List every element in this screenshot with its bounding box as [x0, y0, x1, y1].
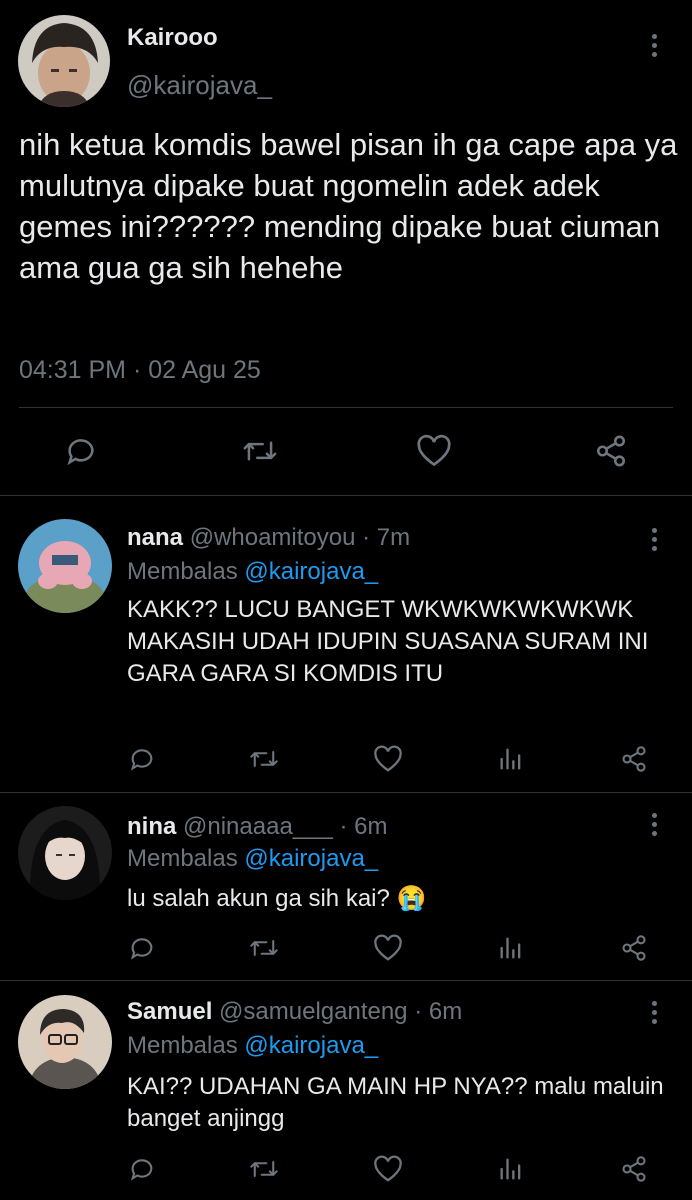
retweet-icon[interactable]	[249, 934, 279, 962]
retweet-icon[interactable]	[249, 1155, 279, 1183]
replying-label: Membalas	[127, 558, 238, 585]
analytics-icon[interactable]	[498, 934, 524, 962]
like-icon[interactable]	[416, 434, 452, 468]
retweet-icon[interactable]	[242, 434, 278, 468]
reply-time: · 6m	[339, 813, 388, 840]
avatar[interactable]	[18, 995, 112, 1089]
reply-actions	[0, 1155, 692, 1191]
more-options-icon[interactable]	[648, 813, 660, 836]
like-icon[interactable]	[373, 745, 403, 773]
replying-to-link[interactable]: @kairojava_	[244, 558, 378, 585]
reply-time: · 6m	[414, 998, 463, 1025]
avatar[interactable]	[18, 806, 112, 900]
avatar[interactable]	[18, 15, 110, 107]
reply-header: nina @ninaaaa___ · 6m	[127, 813, 388, 841]
reply-icon[interactable]	[128, 745, 156, 773]
replying-label: Membalas	[127, 845, 238, 872]
reply-actions	[0, 745, 692, 781]
reply-text: lu salah akun ga sih kai? 😭	[127, 885, 427, 912]
retweet-icon[interactable]	[249, 745, 279, 773]
handle[interactable]: @whoamitoyou	[190, 524, 356, 551]
replying-label: Membalas	[127, 1032, 238, 1059]
reply-text: KAKK?? LUCU BANGET WKWKWKWKWKWK MAKASIH …	[127, 596, 649, 687]
share-icon[interactable]	[620, 1155, 648, 1183]
display-name[interactable]: nina	[127, 813, 176, 840]
more-options-icon[interactable]	[648, 34, 660, 57]
share-icon[interactable]	[620, 745, 648, 773]
reply-time: · 7m	[362, 524, 411, 551]
replying-to: Membalas @kairojava_	[127, 558, 378, 586]
reply-tweet[interactable]: Samuel @samuelganteng · 6m Membalas @kai…	[0, 981, 692, 1200]
display-name[interactable]: nana	[127, 524, 183, 551]
like-icon[interactable]	[373, 934, 403, 962]
replying-to-link[interactable]: @kairojava_	[244, 1032, 378, 1059]
tweet-actions	[0, 430, 692, 474]
handle[interactable]: @samuelganteng	[219, 998, 407, 1025]
timestamp[interactable]: 04:31 PM · 02 Agu 25	[19, 356, 261, 385]
more-options-icon[interactable]	[648, 528, 660, 551]
share-icon[interactable]	[594, 434, 628, 468]
display-name[interactable]: Samuel	[127, 998, 212, 1025]
analytics-icon[interactable]	[498, 745, 524, 773]
analytics-icon[interactable]	[498, 1155, 524, 1183]
more-options-icon[interactable]	[648, 1001, 660, 1024]
reply-actions	[0, 934, 692, 970]
reply-header: Samuel @samuelganteng · 6m	[127, 998, 462, 1026]
handle[interactable]: @ninaaaa___	[183, 813, 333, 840]
divider	[19, 407, 673, 408]
main-tweet: Kairooo @kairojava_ nih ketua komdis baw…	[0, 0, 692, 496]
reply-tweet[interactable]: nana @whoamitoyou · 7m Membalas @kairoja…	[0, 496, 692, 793]
replying-to: Membalas @kairojava_	[127, 845, 378, 873]
reply-tweet[interactable]: nina @ninaaaa___ · 6m Membalas @kairojav…	[0, 793, 692, 981]
display-name[interactable]: Kairooo	[127, 24, 218, 52]
tweet-text: nih ketua komdis bawel pisan ih ga cape …	[19, 127, 678, 285]
handle[interactable]: @kairojava_	[127, 70, 272, 101]
like-icon[interactable]	[373, 1155, 403, 1183]
replying-to-link[interactable]: @kairojava_	[244, 845, 378, 872]
reply-icon[interactable]	[128, 934, 156, 962]
reply-icon[interactable]	[64, 434, 98, 468]
reply-header: nana @whoamitoyou · 7m	[127, 524, 410, 552]
reply-icon[interactable]	[128, 1155, 156, 1183]
avatar[interactable]	[18, 519, 112, 613]
reply-text: KAI?? UDAHAN GA MAIN HP NYA?? malu malui…	[127, 1073, 664, 1132]
share-icon[interactable]	[620, 934, 648, 962]
replying-to: Membalas @kairojava_	[127, 1032, 378, 1060]
